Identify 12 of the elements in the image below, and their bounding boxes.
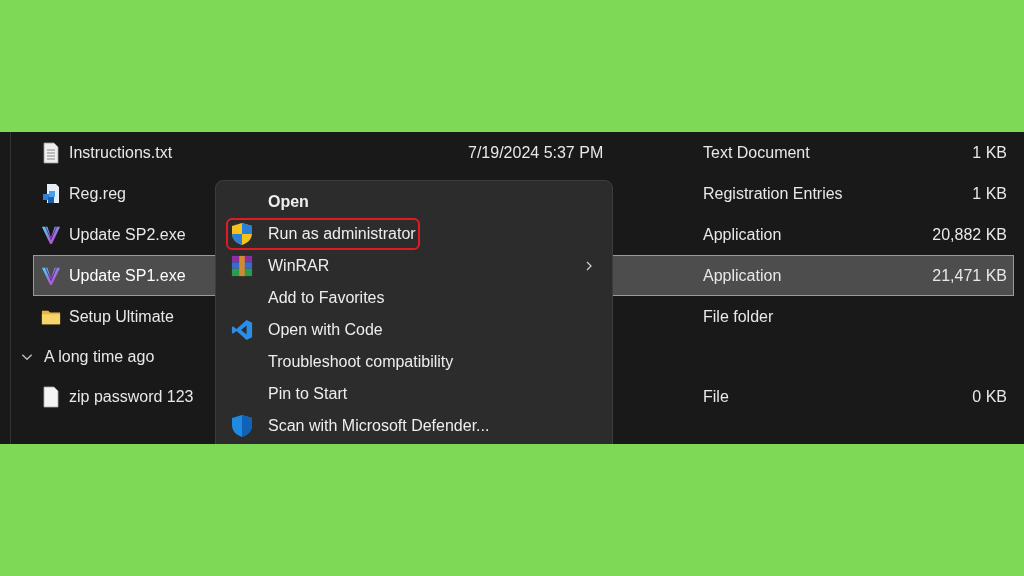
file-type: Text Document	[703, 143, 810, 161]
file-size: 1 KB	[972, 184, 1007, 202]
file-type: Registration Entries	[703, 184, 843, 202]
date-modified: 7/19/2024 5:37 PM	[468, 143, 604, 161]
file-type: Application	[703, 266, 782, 284]
file-size: 0 KB	[972, 387, 1007, 405]
file-size: 21,471 KB	[932, 266, 1007, 284]
file-type: File folder	[703, 307, 774, 325]
file-size: 1 KB	[972, 143, 1007, 161]
file-type: File	[703, 387, 729, 405]
file-type: Application	[703, 225, 782, 243]
file-size: 20,882 KB	[932, 225, 1007, 243]
